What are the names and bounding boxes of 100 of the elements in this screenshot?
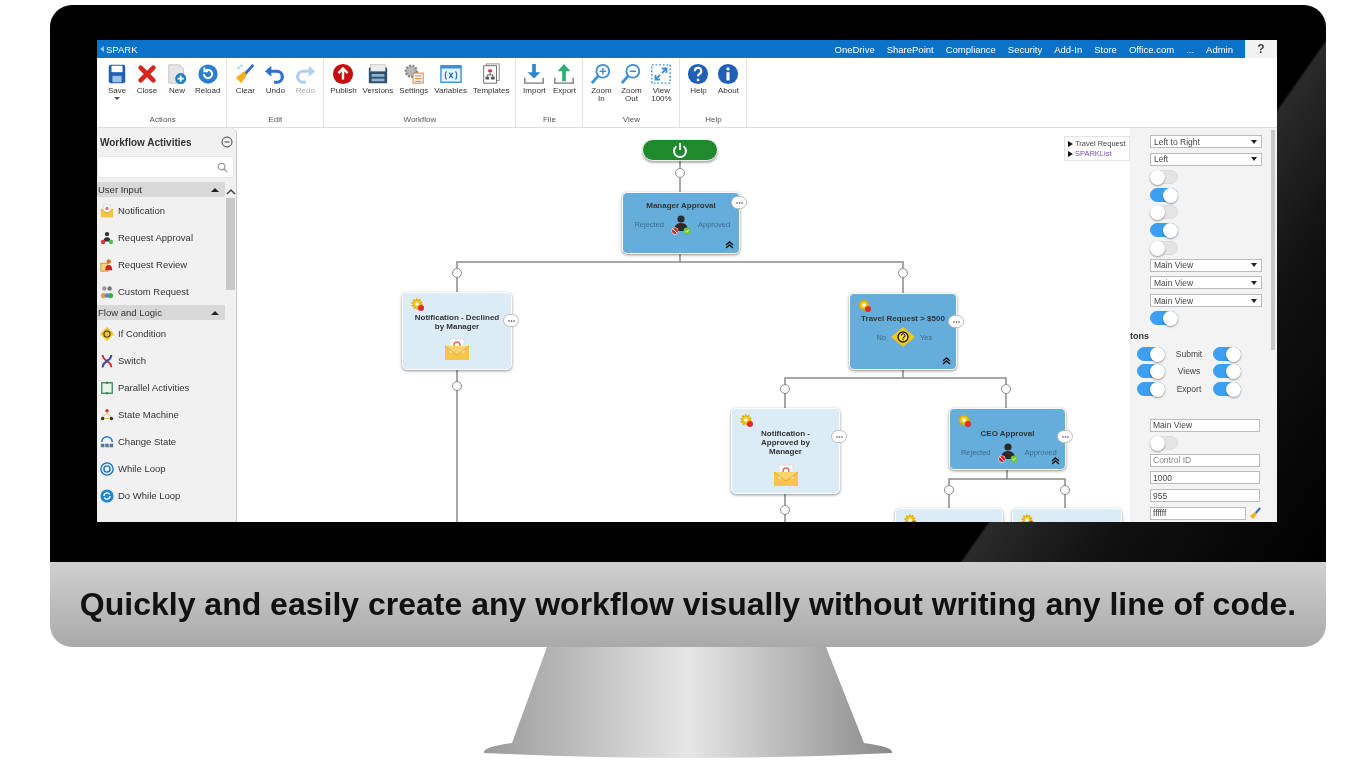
toggle-switch[interactable] xyxy=(1137,364,1165,379)
toggle-switch[interactable] xyxy=(1137,346,1165,361)
import-button[interactable]: Import xyxy=(521,63,548,115)
toggle-switch[interactable] xyxy=(1150,311,1178,326)
versions-button[interactable]: Versions xyxy=(361,63,395,115)
nav-link[interactable]: SharePoint xyxy=(886,43,934,55)
connector-port[interactable] xyxy=(1060,485,1070,495)
connector-port[interactable] xyxy=(1001,384,1011,394)
up-arrow-circle-icon xyxy=(332,63,355,85)
search-field[interactable] xyxy=(97,156,234,178)
new-button[interactable]: New xyxy=(164,63,190,115)
about-button[interactable]: About xyxy=(715,63,742,115)
activity-item[interactable]: Switch xyxy=(97,347,225,374)
activity-item[interactable]: Change State xyxy=(97,428,225,455)
input-field[interactable]: Control ID xyxy=(1150,453,1260,467)
connector-port[interactable] xyxy=(944,485,954,495)
start-node[interactable] xyxy=(642,139,718,161)
node-title: CEO Approval xyxy=(980,429,1035,439)
variable-icon xyxy=(439,63,462,85)
save-button[interactable]: Save xyxy=(104,63,130,115)
scrollbar-thumb[interactable] xyxy=(1270,130,1275,350)
nav-link[interactable]: Security xyxy=(1007,43,1043,55)
panel-title: Workflow Activities xyxy=(100,136,192,148)
person-document-icon xyxy=(100,257,114,272)
dropdown[interactable]: Left to Right xyxy=(1150,135,1262,149)
notification-node[interactable]: Notification - Declined by Manager xyxy=(402,292,512,370)
ribbon-group-label: Edit xyxy=(267,115,284,126)
envelope-icon xyxy=(772,462,799,486)
nav-link[interactable]: ... xyxy=(1186,43,1195,55)
color-field[interactable]: ffffff xyxy=(1150,506,1246,520)
parallel-icon xyxy=(100,380,114,395)
zoom-in-icon xyxy=(590,63,613,85)
toggle-switch[interactable] xyxy=(1137,381,1165,396)
settings-button[interactable]: Settings xyxy=(398,63,430,115)
toggle-switch[interactable] xyxy=(1213,381,1241,396)
power-icon xyxy=(671,141,689,159)
collapse-triangle-icon xyxy=(211,186,219,193)
toggle-switch[interactable] xyxy=(1213,346,1241,361)
circular-arrows-icon xyxy=(100,488,114,503)
connector-port[interactable] xyxy=(898,268,908,278)
input-field[interactable]: 1000 xyxy=(1150,471,1260,485)
nav-link[interactable]: Store xyxy=(1094,43,1117,55)
double-chevron-icon xyxy=(942,356,951,365)
variables-button[interactable]: Variables xyxy=(433,63,468,115)
help-button[interactable]: ? xyxy=(1245,40,1277,58)
connector-port[interactable] xyxy=(780,384,790,394)
ribbon-group-label: File xyxy=(542,115,557,126)
view-100-button[interactable]: View 100% xyxy=(648,63,675,115)
connector-line xyxy=(1006,478,1066,509)
collapse-icon xyxy=(221,136,233,148)
zoom-out-button[interactable]: Zoom Out xyxy=(618,63,645,115)
connector-port[interactable] xyxy=(675,168,685,178)
button-name-label: Submit xyxy=(1174,348,1204,359)
clear-button[interactable]: Clear xyxy=(232,63,259,115)
input-field[interactable]: Main View xyxy=(1150,418,1260,432)
scrollbar-thumb[interactable] xyxy=(226,198,235,290)
input-field[interactable]: 955 xyxy=(1150,489,1260,503)
upload-icon xyxy=(553,63,576,85)
nav-link[interactable]: Add-In xyxy=(1054,43,1083,55)
dropdown[interactable]: Left xyxy=(1150,152,1262,166)
connector-port[interactable] xyxy=(452,381,462,391)
close-button[interactable]: Close xyxy=(134,63,160,115)
toggle-switch[interactable] xyxy=(1150,223,1178,237)
activity-item[interactable]: State Machine xyxy=(97,401,225,428)
nav-link[interactable]: Admin xyxy=(1206,43,1233,55)
collapse-triangle-icon xyxy=(211,309,219,316)
activity-item[interactable]: Custom Request xyxy=(97,278,225,305)
group-header[interactable]: User Input xyxy=(97,182,225,197)
toggle-switch[interactable] xyxy=(1150,187,1178,202)
connector-port[interactable] xyxy=(452,268,462,278)
activity-item[interactable]: Request Approval xyxy=(97,224,225,251)
activity-item[interactable]: Parallel Activities xyxy=(97,374,225,401)
notification-node[interactable]: Notification - Approved by Manager xyxy=(731,408,840,494)
activity-item[interactable]: If Condition xyxy=(97,320,225,347)
activity-item[interactable]: Do While Loop xyxy=(97,482,225,509)
scroll-up-icon xyxy=(225,188,236,195)
group-header[interactable]: Flow and Logic xyxy=(97,305,225,320)
dropdown[interactable]: Main View xyxy=(1150,294,1262,308)
gear-warning-icon xyxy=(740,414,753,427)
zoom-in-button[interactable]: Zoom In xyxy=(588,63,615,115)
activity-item[interactable]: Notification xyxy=(97,197,225,224)
toggle-switch[interactable] xyxy=(1213,364,1241,379)
dropdown[interactable]: Main View xyxy=(1150,258,1262,272)
templates-button[interactable]: Templates xyxy=(471,63,511,115)
button-name-label: Export xyxy=(1175,383,1203,394)
connector-port[interactable] xyxy=(780,505,790,515)
gear-warning-icon xyxy=(411,298,424,311)
export-button[interactable]: Export xyxy=(551,63,578,115)
dropdown[interactable]: Main View xyxy=(1150,276,1262,290)
activity-item[interactable]: While Loop xyxy=(97,455,225,482)
refresh-icon xyxy=(196,63,219,85)
nav-link[interactable]: Office.com xyxy=(1128,43,1175,55)
publish-button[interactable]: Publish xyxy=(329,63,358,115)
reload-button[interactable]: Reload xyxy=(194,63,222,115)
undo-button[interactable]: Undo xyxy=(262,63,289,115)
activity-item[interactable]: Request Review xyxy=(97,251,225,278)
nav-link[interactable]: OneDrive xyxy=(834,43,875,55)
people-network-icon xyxy=(100,407,114,422)
help-button[interactable]: Help xyxy=(685,63,712,115)
nav-link[interactable]: Compliance xyxy=(945,43,996,55)
